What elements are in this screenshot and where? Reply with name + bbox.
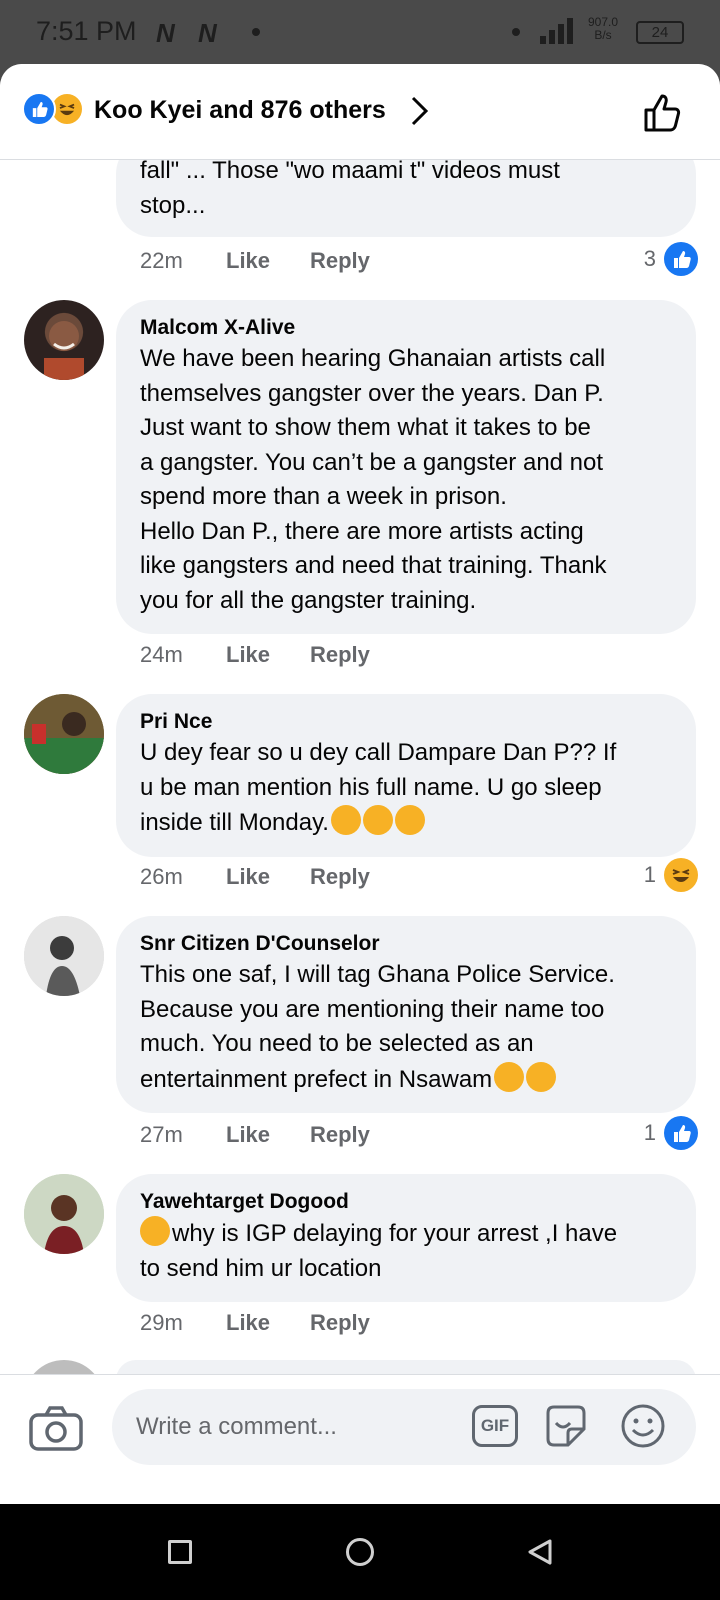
- comment-author[interactable]: Snr Citizen D'Counselor: [140, 930, 672, 958]
- comment-age: 22m: [140, 248, 183, 273]
- tears-of-joy-emoji-icon: [526, 1061, 557, 1092]
- comment-actions: 27m Like Reply: [140, 1122, 370, 1148]
- thumbs-up-outline-icon[interactable]: [640, 90, 686, 136]
- reaction-count: 1: [643, 862, 656, 887]
- reactions-header[interactable]: Koo Kyei and 876 others: [0, 64, 720, 160]
- rolling-laughing-emoji-icon: [330, 805, 361, 835]
- avatar[interactable]: [24, 1174, 104, 1254]
- rolling-laughing-emoji-icon: [494, 1061, 525, 1092]
- gif-icon[interactable]: GIF: [472, 1405, 518, 1447]
- comment-actions: 24m Like Reply: [140, 642, 370, 668]
- comment-composer: Write a comment... GIF: [0, 1374, 720, 1476]
- system-nav-bar: [0, 1504, 720, 1600]
- reactions-summary-title[interactable]: Koo Kyei and 876 others: [94, 96, 386, 125]
- comment-text: why is IGP delaying for your arrest ,I h…: [140, 1216, 672, 1286]
- comment-bubble[interactable]: Pri Nce U dey fear so u dey call Dampare…: [116, 694, 696, 857]
- eye-roll-emoji-icon: [140, 1216, 170, 1246]
- haha-reaction-icon: [664, 858, 698, 892]
- signal-icon: [540, 18, 576, 44]
- reaction-count: 1: [643, 1120, 656, 1145]
- comment-actions: 22m Like Reply: [140, 248, 370, 274]
- reaction-icons: [22, 92, 86, 126]
- notification-icon: N: [156, 18, 175, 48]
- comment-age: 27m: [140, 1122, 183, 1147]
- comment-text: This one saf, I will tag Ghana Police Se…: [140, 958, 672, 1097]
- like-button[interactable]: Like: [226, 1310, 310, 1336]
- avatar[interactable]: [24, 1360, 104, 1374]
- notification-dot-icon: [252, 28, 260, 36]
- reply-button[interactable]: Reply: [310, 1122, 370, 1148]
- reply-button[interactable]: Reply: [310, 642, 370, 668]
- comment-actions: 29m Like Reply: [140, 1310, 370, 1336]
- comment-input[interactable]: Write a comment... GIF: [112, 1389, 696, 1465]
- chevron-right-icon[interactable]: [404, 94, 434, 128]
- reaction-summary[interactable]: 3: [644, 242, 698, 276]
- rolling-laughing-emoji-icon: [362, 805, 393, 835]
- camera-icon[interactable]: [28, 1405, 84, 1453]
- comments-list[interactable]: fall" ... Those "wo maami t" videos must…: [0, 64, 720, 1374]
- rolling-laughing-emoji-icon: [394, 805, 425, 835]
- home-icon[interactable]: [346, 1538, 374, 1566]
- battery-icon: 24: [636, 21, 684, 44]
- comment-actions: 26m Like Reply: [140, 864, 370, 890]
- back-icon[interactable]: [526, 1538, 554, 1566]
- like-reaction-icon: [664, 242, 698, 276]
- reply-button[interactable]: Reply: [310, 864, 370, 890]
- status-bar: 7:51 PM N N 907.0 B/s 24: [0, 0, 720, 64]
- sticker-icon[interactable]: [542, 1403, 590, 1449]
- like-reaction-icon: [664, 1116, 698, 1150]
- comment-text: U dey fear so u dey call Dampare Dan P??…: [140, 736, 672, 841]
- avatar[interactable]: [24, 916, 104, 996]
- notification-icon: N: [198, 18, 217, 48]
- comment-author[interactable]: Yawehtarget Dogood: [140, 1188, 672, 1216]
- like-button[interactable]: Like: [226, 642, 310, 668]
- comment-text-body: why is IGP delaying for your arrest ,I h…: [140, 1220, 618, 1282]
- like-reaction-icon: [22, 92, 56, 126]
- comment-age: 29m: [140, 1310, 183, 1335]
- comment-bubble[interactable]: [116, 1360, 696, 1374]
- comment-bubble[interactable]: Snr Citizen D'Counselor This one saf, I …: [116, 916, 696, 1113]
- reply-button[interactable]: Reply: [310, 248, 370, 274]
- comment-age: 24m: [140, 642, 183, 667]
- comment-author[interactable]: Pri Nce: [140, 708, 672, 736]
- avatar[interactable]: [24, 300, 104, 380]
- comments-sheet: fall" ... Those "wo maami t" videos must…: [0, 64, 720, 1504]
- status-time: 7:51 PM: [36, 16, 137, 46]
- reaction-count: 3: [643, 246, 656, 271]
- comment-bubble[interactable]: Yawehtarget Dogood why is IGP delaying f…: [116, 1174, 696, 1302]
- recents-icon[interactable]: [168, 1540, 192, 1564]
- like-button[interactable]: Like: [226, 864, 310, 890]
- like-button[interactable]: Like: [226, 1122, 310, 1148]
- comment-text: We have been hearing Ghanaian artists ca…: [140, 345, 607, 614]
- comment-bubble[interactable]: Malcom X-Alive We have been hearing Ghan…: [116, 300, 696, 634]
- reaction-summary[interactable]: 1: [644, 1116, 698, 1150]
- like-button[interactable]: Like: [226, 248, 310, 274]
- comment-input-placeholder: Write a comment...: [136, 1413, 337, 1440]
- status-dot-icon: [512, 28, 520, 36]
- net-speed: 907.0 B/s: [588, 16, 618, 42]
- reaction-summary[interactable]: 1: [644, 858, 698, 892]
- smiley-icon[interactable]: [620, 1403, 666, 1449]
- comment-age: 26m: [140, 864, 183, 889]
- avatar[interactable]: [24, 694, 104, 774]
- reply-button[interactable]: Reply: [310, 1310, 370, 1336]
- comment-author[interactable]: Malcom X-Alive: [140, 314, 672, 342]
- net-speed-unit: B/s: [594, 28, 612, 42]
- comment-text: fall" ... Those "wo maami t" videos must…: [140, 157, 560, 219]
